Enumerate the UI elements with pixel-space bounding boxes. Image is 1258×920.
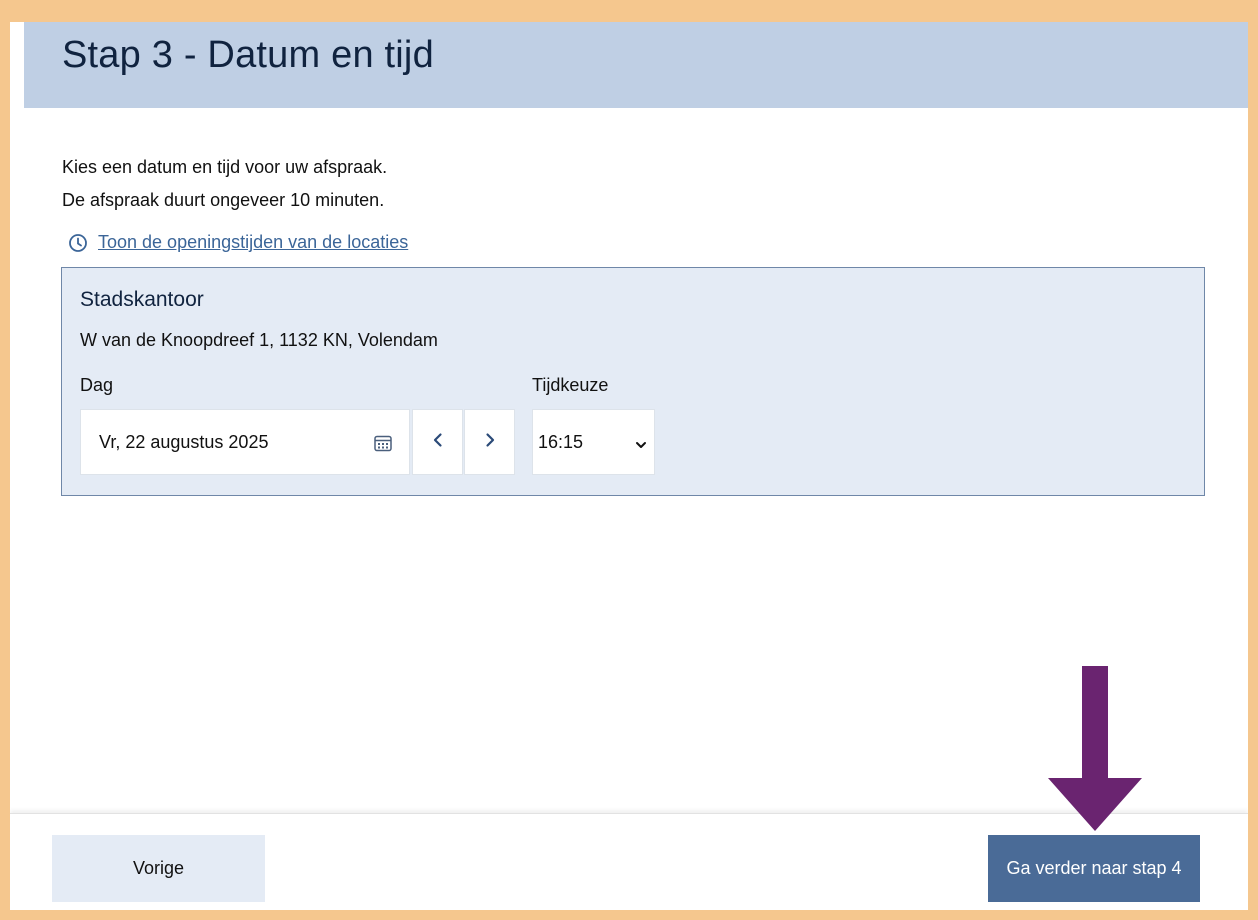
- opening-hours-link-label[interactable]: Toon de openingstijden van de locaties: [98, 232, 408, 253]
- chevron-left-icon: [431, 432, 445, 453]
- next-day-button[interactable]: [464, 409, 515, 475]
- chevron-right-icon: [483, 432, 497, 453]
- date-value[interactable]: Vr, 22 augustus 2025: [99, 432, 268, 453]
- date-input[interactable]: Vr, 22 augustus 2025: [80, 409, 410, 475]
- annotation-arrow-down-icon: [1048, 666, 1142, 831]
- clock-icon: [68, 233, 88, 253]
- time-select[interactable]: 16:15: [532, 409, 655, 475]
- step-header: Stap 3 - Datum en tijd: [24, 22, 1248, 108]
- previous-button[interactable]: Vorige: [52, 835, 265, 902]
- intro-text-choose: Kies een datum en tijd voor uw afspraak.: [62, 157, 388, 177]
- day-label: Dag: [80, 375, 114, 395]
- top-border-band: [10, 10, 1248, 22]
- location-address: W van de Knoopdreef 1, 1132 KN, Volendam: [80, 330, 438, 350]
- location-card: Stadskantoor W van de Knoopdreef 1, 1132…: [61, 267, 1205, 496]
- previous-day-button[interactable]: [412, 409, 463, 475]
- page-title: Stap 3 - Datum en tijd: [62, 34, 434, 76]
- time-value[interactable]: 16:15: [538, 432, 583, 453]
- chevron-down-icon: [635, 437, 647, 455]
- location-name: Stadskantoor: [80, 288, 204, 311]
- time-label: Tijdkeuze: [532, 375, 609, 395]
- intro-text-duration: De afspraak duurt ongeveer 10 minuten.: [62, 190, 385, 210]
- page-frame: Stap 3 - Datum en tijd Kies een datum en…: [10, 10, 1248, 910]
- opening-hours-link[interactable]: Toon de openingstijden van de locaties: [68, 232, 408, 253]
- continue-step-4-button[interactable]: Ga verder naar stap 4: [988, 835, 1200, 902]
- calendar-icon[interactable]: [373, 433, 393, 453]
